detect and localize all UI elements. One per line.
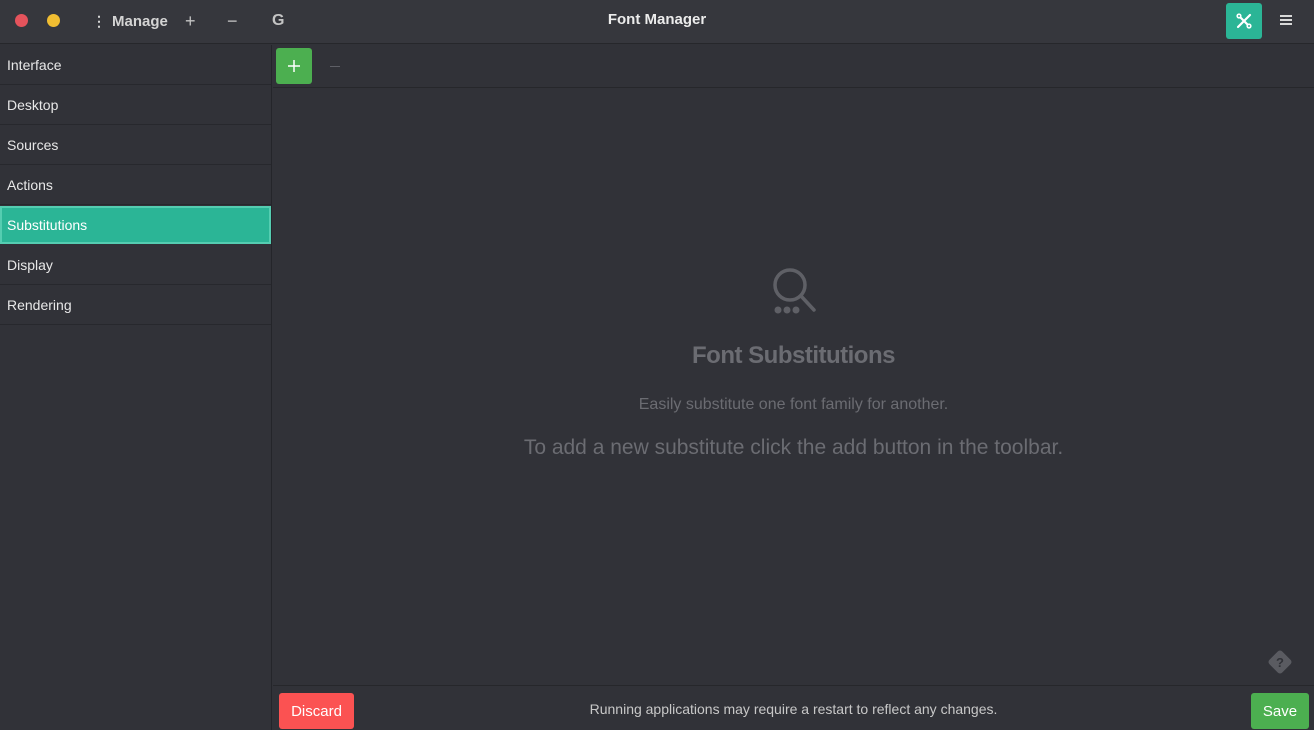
sidebar-item-rendering[interactable]: Rendering — [0, 285, 271, 325]
sidebar-item-label: Rendering — [7, 296, 72, 313]
manage-menu-button[interactable]: ⋮ Manage — [92, 11, 168, 31]
sidebar-item-label: Sources — [7, 136, 59, 153]
sidebar-item-interface[interactable]: Interface — [0, 45, 271, 85]
placeholder-hint: To add a new substitute click the add bu… — [523, 436, 1064, 459]
discard-button[interactable]: Discard — [279, 693, 354, 729]
bottom-action-bar: Discard Running applications may require… — [273, 685, 1314, 730]
svg-text:?: ? — [1276, 655, 1284, 670]
google-fonts-button[interactable]: G — [272, 11, 284, 31]
plus-icon: + — [185, 11, 196, 31]
sidebar-item-label: Display — [7, 256, 53, 273]
remove-collection-button[interactable]: − — [227, 11, 238, 31]
window-close-button[interactable] — [15, 14, 28, 27]
sidebar-item-display[interactable]: Display — [0, 245, 271, 285]
search-icon — [772, 268, 816, 314]
empty-placeholder: Font Substitutions Easily substitute one… — [273, 266, 1314, 460]
google-fonts-icon: G — [272, 12, 285, 29]
window-title: Font Manager — [607, 11, 707, 28]
manage-label: Manage — [112, 12, 168, 30]
sidebar-item-desktop[interactable]: Desktop — [0, 85, 271, 125]
remove-substitute-button[interactable] — [323, 55, 347, 77]
sidebar-item-label: Interface — [7, 56, 62, 73]
placeholder-subtitle: Easily substitute one font family for an… — [638, 396, 949, 413]
sidebar-item-label: Actions — [7, 176, 53, 193]
window-minimize-button[interactable] — [47, 14, 60, 27]
minus-icon: − — [227, 11, 238, 31]
restart-notice: Running applications may require a resta… — [589, 701, 998, 717]
tools-icon — [1236, 13, 1252, 29]
sidebar-item-substitutions[interactable]: Substitutions — [0, 206, 271, 244]
minus-icon — [330, 65, 340, 67]
sidebar-item-sources[interactable]: Sources — [0, 125, 271, 165]
vertical-ellipsis-icon: ⋮ — [92, 12, 106, 29]
preferences-toggle-button[interactable] — [1226, 3, 1262, 39]
hamburger-menu-icon — [1276, 15, 1296, 25]
placeholder-title: Font Substitutions — [692, 342, 895, 369]
sidebar: Interface Desktop Sources Actions Substi… — [0, 45, 272, 730]
substitutions-panel: Font Substitutions Easily substitute one… — [273, 88, 1314, 685]
main-menu-button[interactable] — [1276, 13, 1296, 31]
add-substitute-button[interactable] — [276, 48, 312, 84]
add-collection-button[interactable]: + — [185, 11, 196, 31]
substitutions-toolbar — [273, 45, 1314, 88]
plus-icon — [288, 60, 300, 72]
sidebar-item-actions[interactable]: Actions — [0, 165, 271, 205]
title-bar: ⋮ Manage + − G Font Manager — [0, 0, 1314, 44]
help-icon[interactable]: ? — [1266, 648, 1294, 676]
sidebar-item-label: Desktop — [7, 96, 59, 113]
save-button[interactable]: Save — [1251, 693, 1309, 729]
sidebar-item-label: Substitutions — [7, 217, 88, 233]
